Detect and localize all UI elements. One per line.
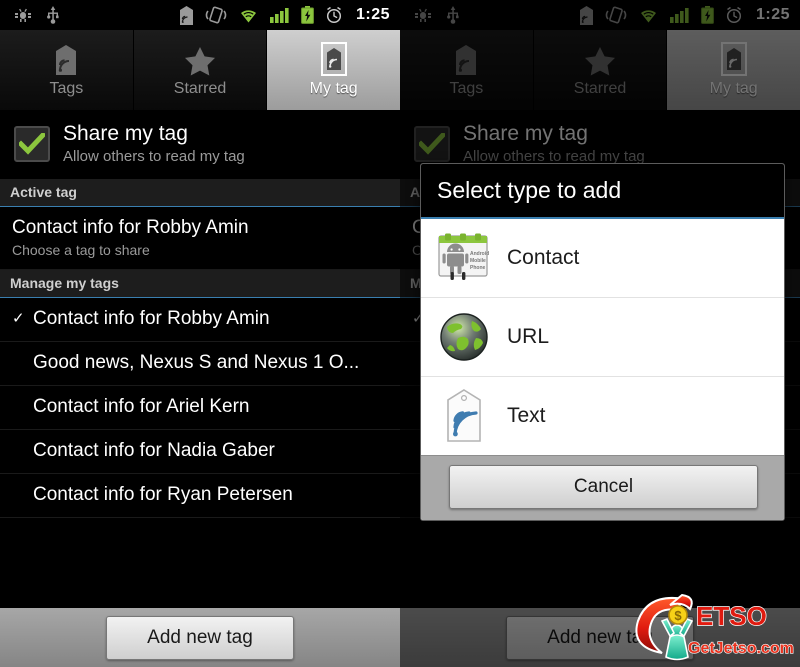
dialog-item-text[interactable]: Text [421, 377, 784, 455]
active-tag-title: Contact info for Robby Amin [12, 217, 249, 238]
status-bar-left-icons [6, 6, 60, 24]
dialog-item-label: Contact [507, 246, 580, 269]
right-phone-panel: 1:25 Tags [400, 0, 800, 667]
tab-tags[interactable]: Tags [0, 30, 134, 110]
dialog-title: Select type to add [421, 164, 784, 219]
tab-label-starred: Starred [173, 80, 227, 97]
list-item-label: Contact info for Robby Amin [33, 308, 270, 329]
dialog-item-url[interactable]: URL [421, 298, 784, 377]
star-icon [183, 42, 217, 76]
active-tag-subtitle: Choose a tag to share [12, 242, 150, 258]
alarm-icon [325, 6, 343, 24]
battery-charging-icon [301, 6, 314, 24]
cancel-button[interactable]: Cancel [449, 465, 758, 509]
android-debug-icon [14, 7, 32, 23]
list-item-label: Contact info for Nadia Gaber [33, 440, 275, 461]
share-my-tag-text: Share my tag Allow others to read my tag [63, 122, 245, 166]
status-bar: 1:25 [0, 0, 400, 30]
wifi-icon [238, 7, 259, 23]
active-tag-row[interactable]: Contact info for Robby Amin Choose a tag… [0, 207, 400, 270]
nfc-tag-icon [179, 5, 194, 25]
tab-label-my-tag: My tag [309, 80, 358, 97]
status-bar-clock: 1:25 [355, 6, 390, 23]
share-my-tag-checkbox[interactable] [14, 126, 50, 162]
add-new-tag-button[interactable]: Add new tag [106, 615, 294, 660]
tab-label-tags: Tags [49, 80, 84, 97]
share-my-tag-title: Share my tag [63, 122, 188, 145]
dialog-option-list: Android Mobile Phone Contact URL Text [421, 219, 784, 455]
svg-text:Phone: Phone [470, 265, 485, 271]
tab-my-tag[interactable]: My tag [267, 30, 400, 110]
vibrate-icon [205, 6, 227, 24]
tab-starred[interactable]: Starred [133, 30, 268, 110]
checkmark-icon: ✓ [12, 310, 25, 327]
table-row[interactable]: Good news, Nexus S and Nexus 1 O... [0, 342, 400, 386]
section-header-active-tag: Active tag [0, 179, 400, 207]
dialog-footer: Cancel [421, 455, 784, 520]
contact-card-icon: Android Mobile Phone [435, 229, 493, 287]
my-tag-icon [320, 42, 347, 76]
dialog-item-label: Text [507, 404, 546, 427]
list-item-label: Good news, Nexus S and Nexus 1 O... [33, 352, 360, 373]
list-item-label: Contact info for Ariel Kern [33, 396, 250, 417]
share-my-tag-subtitle: Allow others to read my tag [63, 148, 245, 165]
bottom-action-bar: Add new tag [0, 605, 400, 667]
section-header-manage-my-tags: Manage my tags [0, 270, 400, 298]
nfc-tag-icon [435, 387, 493, 445]
share-my-tag-row[interactable]: Share my tag Allow others to read my tag [0, 111, 400, 179]
globe-icon [435, 308, 493, 366]
list-item-label: Contact info for Ryan Petersen [33, 484, 293, 505]
svg-text:Android: Android [470, 251, 489, 257]
dialog-item-contact[interactable]: Android Mobile Phone Contact [421, 219, 784, 298]
svg-text:Mobile: Mobile [470, 258, 486, 264]
table-row[interactable]: ✓ Contact info for Robby Amin [0, 298, 400, 342]
table-row[interactable]: Contact info for Ariel Kern [0, 386, 400, 430]
tab-bar: Tags Starred [0, 30, 400, 111]
table-row[interactable]: Contact info for Nadia Gaber [0, 430, 400, 474]
left-phone-panel: 1:25 Tags Starred My tag Share my tag Al… [0, 0, 400, 667]
table-row[interactable]: Contact info for Ryan Petersen [0, 474, 400, 518]
select-type-dialog: Select type to add Android Mobile Phone … [420, 163, 785, 521]
status-bar-right-icons: 1:25 [179, 5, 394, 25]
tag-icon [54, 42, 78, 76]
screenshot-root: 1:25 Tags Starred My tag Share my tag Al… [0, 0, 800, 667]
dialog-item-label: URL [507, 325, 550, 348]
usb-icon [46, 6, 60, 24]
signal-icon [269, 7, 290, 23]
